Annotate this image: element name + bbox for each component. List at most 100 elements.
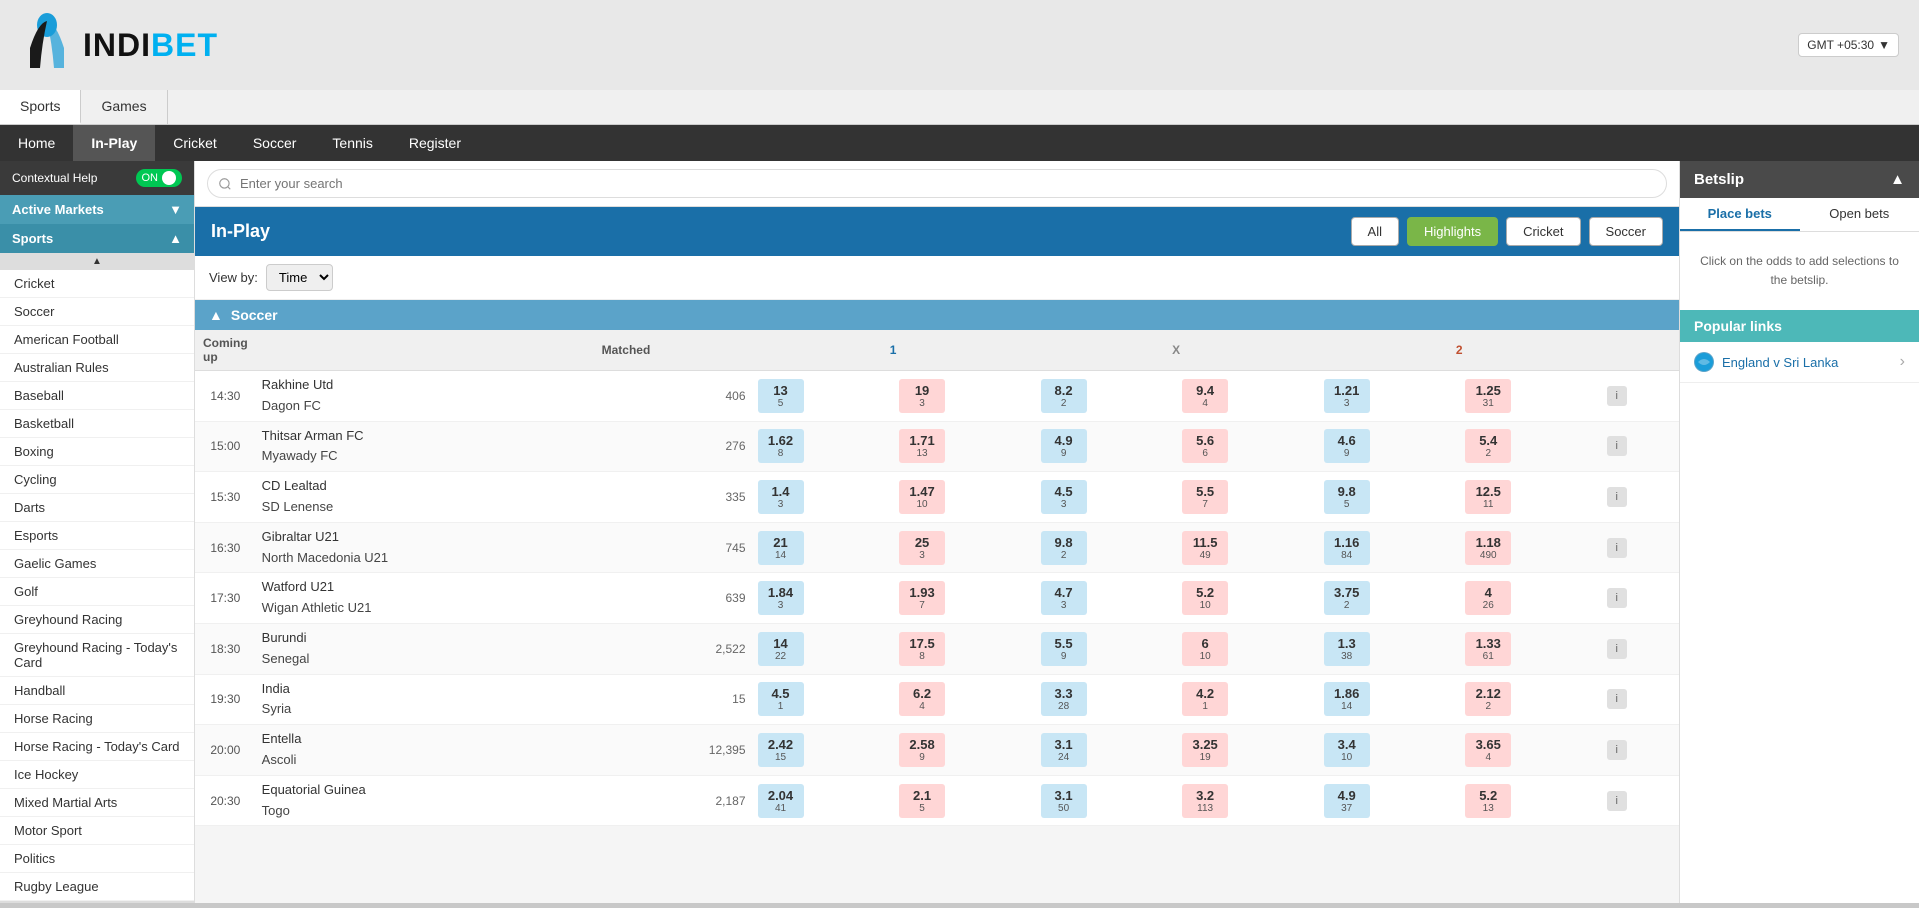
nav-register[interactable]: Register [391, 125, 479, 161]
nav-soccer[interactable]: Soccer [235, 125, 315, 161]
odds-cell-x-lay[interactable]: 9.4 4 [1182, 379, 1228, 413]
odds-x-back[interactable]: 3.1 24 [1035, 725, 1177, 776]
odds-cell-1-back[interactable]: 2.42 15 [758, 733, 804, 767]
odds-cell-1-back[interactable]: 1.62 8 [758, 429, 804, 463]
odds-cell-2-back[interactable]: 3.75 2 [1324, 581, 1370, 615]
sidebar-scroll-up[interactable]: ▲ [0, 253, 194, 270]
info-button[interactable]: i [1607, 436, 1627, 456]
odds-1-lay[interactable]: 2.1 5 [893, 775, 1035, 826]
odds-cell-1-lay[interactable]: 2.58 9 [899, 733, 945, 767]
odds-x-back[interactable]: 4.7 3 [1035, 573, 1177, 624]
odds-cell-2-lay[interactable]: 1.25 31 [1465, 379, 1511, 413]
odds-cell-x-back[interactable]: 3.1 24 [1041, 733, 1087, 767]
odds-cell-1-lay[interactable]: 19 3 [899, 379, 945, 413]
odds-2-back[interactable]: 1.3 38 [1318, 623, 1460, 674]
odds-2-lay[interactable]: 5.2 13 [1459, 775, 1601, 826]
sidebar-item-cricket[interactable]: Cricket [0, 270, 194, 298]
sidebar-item-basketball[interactable]: Basketball [0, 410, 194, 438]
odds-cell-x-back[interactable]: 8.2 2 [1041, 379, 1087, 413]
odds-x-back[interactable]: 4.9 9 [1035, 421, 1177, 472]
odds-cell-2-back[interactable]: 9.8 5 [1324, 480, 1370, 514]
match-info[interactable]: i [1601, 573, 1679, 624]
tab-sports[interactable]: Sports [0, 90, 81, 124]
info-button[interactable]: i [1607, 538, 1627, 558]
odds-1-back[interactable]: 4.5 1 [752, 674, 894, 725]
sidebar-item-rugby-league[interactable]: Rugby League [0, 873, 194, 901]
match-info[interactable]: i [1601, 775, 1679, 826]
sidebar-item-horse-racing[interactable]: Horse Racing [0, 705, 194, 733]
info-button[interactable]: i [1607, 689, 1627, 709]
odds-cell-x-lay[interactable]: 6 10 [1182, 632, 1228, 666]
sidebar-item-greyhound-today[interactable]: Greyhound Racing - Today's Card [0, 634, 194, 677]
odds-2-lay[interactable]: 4 26 [1459, 573, 1601, 624]
odds-2-lay[interactable]: 1.18 490 [1459, 522, 1601, 573]
odds-2-lay[interactable]: 3.65 4 [1459, 725, 1601, 776]
odds-cell-1-lay[interactable]: 17.5 8 [899, 632, 945, 666]
odds-1-back[interactable]: 1.62 8 [752, 421, 894, 472]
odds-x-lay[interactable]: 3.25 19 [1176, 725, 1318, 776]
odds-1-back[interactable]: 2.04 41 [752, 775, 894, 826]
info-button[interactable]: i [1607, 639, 1627, 659]
odds-1-lay[interactable]: 19 3 [893, 371, 1035, 422]
nav-cricket[interactable]: Cricket [155, 125, 235, 161]
odds-1-lay[interactable]: 17.5 8 [893, 623, 1035, 674]
odds-1-lay[interactable]: 6.2 4 [893, 674, 1035, 725]
odds-cell-1-back[interactable]: 1.84 3 [758, 581, 804, 615]
odds-x-back[interactable]: 3.1 50 [1035, 775, 1177, 826]
odds-cell-2-back[interactable]: 1.21 3 [1324, 379, 1370, 413]
odds-x-back[interactable]: 9.8 2 [1035, 522, 1177, 573]
filter-highlights[interactable]: Highlights [1407, 217, 1498, 246]
soccer-collapse-icon[interactable]: ▲ [209, 307, 223, 323]
odds-cell-x-lay[interactable]: 3.2 113 [1182, 784, 1228, 818]
sidebar-item-soccer[interactable]: Soccer [0, 298, 194, 326]
sidebar-item-cycling[interactable]: Cycling [0, 466, 194, 494]
odds-1-back[interactable]: 14 22 [752, 623, 894, 674]
odds-cell-2-lay[interactable]: 5.2 13 [1465, 784, 1511, 818]
odds-1-back[interactable]: 1.4 3 [752, 472, 894, 523]
sidebar-item-australian-rules[interactable]: Australian Rules [0, 354, 194, 382]
odds-cell-2-lay[interactable]: 1.33 61 [1465, 632, 1511, 666]
odds-1-lay[interactable]: 1.93 7 [893, 573, 1035, 624]
match-info[interactable]: i [1601, 522, 1679, 573]
odds-cell-1-back[interactable]: 21 14 [758, 531, 804, 565]
odds-2-back[interactable]: 3.75 2 [1318, 573, 1460, 624]
odds-cell-1-back[interactable]: 1.4 3 [758, 480, 804, 514]
odds-2-lay[interactable]: 2.12 2 [1459, 674, 1601, 725]
odds-cell-2-back[interactable]: 1.86 14 [1324, 682, 1370, 716]
odds-cell-1-back[interactable]: 4.5 1 [758, 682, 804, 716]
odds-cell-2-back[interactable]: 1.3 38 [1324, 632, 1370, 666]
nav-tennis[interactable]: Tennis [314, 125, 390, 161]
odds-1-lay[interactable]: 1.47 10 [893, 472, 1035, 523]
tab-games[interactable]: Games [81, 90, 167, 124]
odds-x-lay[interactable]: 5.5 7 [1176, 472, 1318, 523]
filter-cricket[interactable]: Cricket [1506, 217, 1580, 246]
sidebar-item-golf[interactable]: Golf [0, 578, 194, 606]
betslip-collapse-icon[interactable]: ▲ [1890, 171, 1905, 188]
odds-cell-x-back[interactable]: 3.1 50 [1041, 784, 1087, 818]
odds-cell-1-lay[interactable]: 2.1 5 [899, 784, 945, 818]
odds-x-back[interactable]: 3.3 28 [1035, 674, 1177, 725]
odds-cell-x-back[interactable]: 9.8 2 [1041, 531, 1087, 565]
filter-soccer[interactable]: Soccer [1589, 217, 1663, 246]
odds-x-back[interactable]: 5.5 9 [1035, 623, 1177, 674]
match-info[interactable]: i [1601, 725, 1679, 776]
sidebar-item-darts[interactable]: Darts [0, 494, 194, 522]
odds-cell-x-lay[interactable]: 5.6 6 [1182, 429, 1228, 463]
info-button[interactable]: i [1607, 791, 1627, 811]
timezone-selector[interactable]: GMT +05:30 ▼ [1798, 33, 1899, 57]
odds-cell-2-back[interactable]: 1.16 84 [1324, 531, 1370, 565]
odds-cell-2-back[interactable]: 3.4 10 [1324, 733, 1370, 767]
odds-cell-x-lay[interactable]: 5.5 7 [1182, 480, 1228, 514]
nav-home[interactable]: Home [0, 125, 73, 161]
odds-cell-2-lay[interactable]: 3.65 4 [1465, 733, 1511, 767]
odds-2-lay[interactable]: 1.33 61 [1459, 623, 1601, 674]
odds-1-back[interactable]: 13 5 [752, 371, 894, 422]
odds-x-lay[interactable]: 11.5 49 [1176, 522, 1318, 573]
odds-1-lay[interactable]: 25 3 [893, 522, 1035, 573]
odds-cell-2-lay[interactable]: 1.18 490 [1465, 531, 1511, 565]
odds-2-lay[interactable]: 5.4 2 [1459, 421, 1601, 472]
odds-2-back[interactable]: 1.21 3 [1318, 371, 1460, 422]
odds-cell-x-back[interactable]: 4.9 9 [1041, 429, 1087, 463]
odds-2-back[interactable]: 1.86 14 [1318, 674, 1460, 725]
match-info[interactable]: i [1601, 421, 1679, 472]
